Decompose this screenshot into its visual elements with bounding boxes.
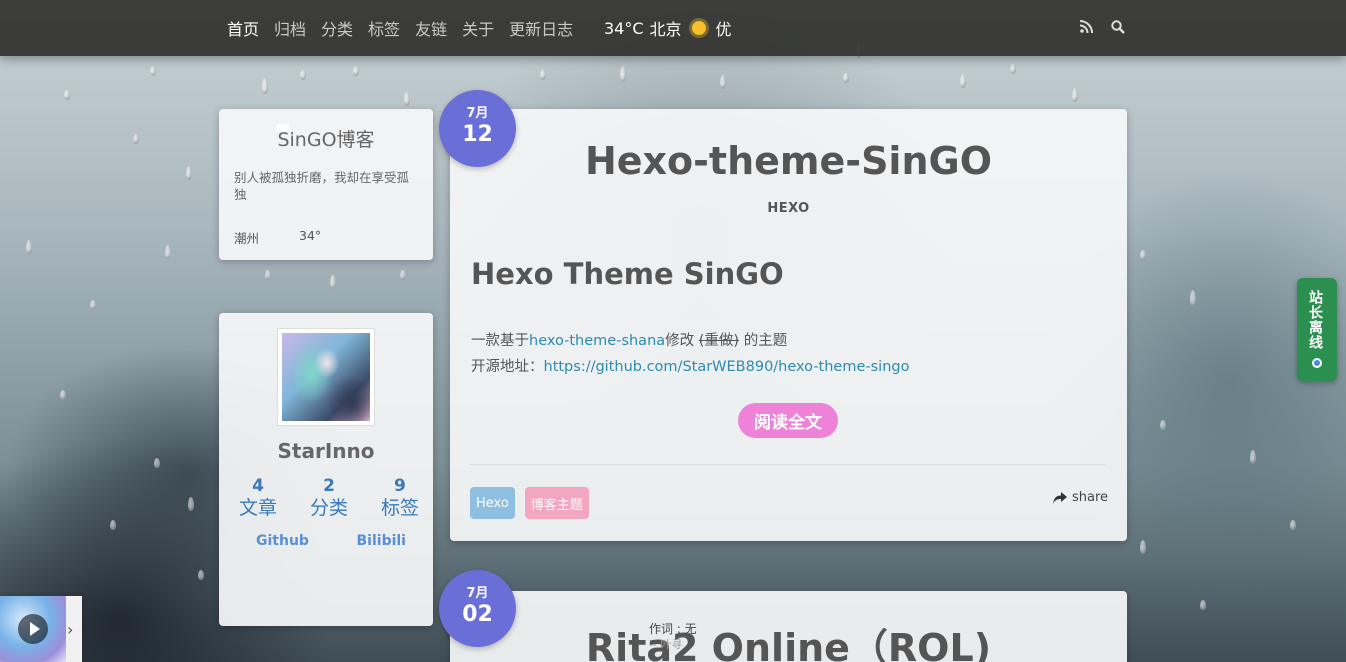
author-card: StarInno 4 文章 2 分类 9 标签 Github Bilibili bbox=[219, 313, 433, 626]
github-link[interactable]: Github bbox=[256, 533, 309, 549]
post-card: Hexo-theme-SinGO HEXO Hexo Theme SinGO 一… bbox=[450, 109, 1127, 541]
offline-label: 站长离线 bbox=[1307, 290, 1323, 350]
owner-offline-badge[interactable]: 站长离线 bbox=[1297, 278, 1337, 381]
play-icon[interactable] bbox=[18, 614, 48, 644]
share-button[interactable]: share bbox=[1053, 490, 1108, 505]
post-card-2: Rita2 Online（ROL) bbox=[450, 591, 1127, 662]
nav-home[interactable]: 首页 bbox=[227, 16, 259, 40]
top-navbar: 首页 归档 分类 标签 友链 关于 更新日志 34°C 北京 优 bbox=[0, 0, 1346, 56]
stat-tags[interactable]: 9 标签 bbox=[381, 477, 419, 521]
air-quality: 优 bbox=[715, 20, 732, 39]
nav-categories[interactable]: 分类 bbox=[321, 16, 353, 40]
post-date-badge-2: 7月 02 bbox=[439, 570, 516, 647]
blog-title: SinGO博客 bbox=[277, 129, 375, 151]
weather-city: 北京 bbox=[649, 20, 682, 39]
stat-categories[interactable]: 2 分类 bbox=[310, 477, 348, 521]
sun-icon bbox=[691, 21, 706, 35]
rss-icon[interactable] bbox=[1080, 20, 1093, 33]
share-icon bbox=[1053, 491, 1067, 504]
weather-temp: 34°C bbox=[604, 18, 644, 38]
blog-info-card: SinGO博客 别人被孤独折磨，我却在享受孤独 潮州 34° bbox=[219, 109, 433, 260]
tag-blog-theme[interactable]: 博客主题 bbox=[524, 487, 589, 519]
author-stats: 4 文章 2 分类 9 标签 bbox=[239, 477, 419, 521]
bilibili-link[interactable]: Bilibili bbox=[357, 533, 407, 549]
post-title[interactable]: Hexo-theme-SinGO bbox=[450, 139, 1127, 183]
nav-links[interactable]: 友链 bbox=[415, 16, 447, 40]
post-excerpt: 一款基于hexo-theme-shana修改 (重做) 的主题 开源地址：htt… bbox=[471, 333, 910, 375]
author-name: StarInno bbox=[277, 439, 375, 463]
author-links: Github Bilibili bbox=[256, 533, 406, 549]
chevron-right-icon[interactable]: › bbox=[67, 620, 73, 639]
post-date-badge: 7月 12 bbox=[439, 90, 516, 167]
search-icon[interactable] bbox=[1111, 20, 1125, 34]
repo-link[interactable]: https://github.com/StarWEB890/hexo-theme… bbox=[544, 359, 910, 375]
avatar[interactable] bbox=[277, 328, 375, 426]
blog-temperature: 34° bbox=[299, 228, 322, 243]
status-dot-icon bbox=[1312, 358, 1322, 368]
post-category[interactable]: HEXO bbox=[450, 201, 1127, 216]
read-more-button[interactable]: 阅读全文 bbox=[738, 403, 838, 438]
lyric-sub: -- 叶寻 bbox=[649, 638, 683, 651]
nav-archive[interactable]: 归档 bbox=[274, 16, 306, 40]
top-icons bbox=[1080, 20, 1125, 34]
tag-hexo[interactable]: Hexo bbox=[470, 487, 515, 519]
post-heading: Hexo Theme SinGO bbox=[471, 257, 784, 291]
weather-widget: 34°C 北京 优 bbox=[604, 16, 732, 40]
stat-posts[interactable]: 4 文章 bbox=[239, 477, 277, 521]
post-title-2[interactable]: Rita2 Online（ROL) bbox=[450, 617, 1127, 662]
shana-link[interactable]: hexo-theme-shana bbox=[529, 333, 665, 349]
nav-tags[interactable]: 标签 bbox=[368, 16, 400, 40]
music-player: › bbox=[0, 596, 82, 662]
post-divider bbox=[470, 464, 1106, 465]
post-tags: Hexo 博客主题 bbox=[470, 487, 589, 519]
lyric-line: 作词 : 无 bbox=[649, 622, 697, 636]
cloud-icon bbox=[276, 124, 290, 131]
nav-changelog[interactable]: 更新日志 bbox=[509, 16, 573, 40]
blog-city: 潮州 bbox=[234, 231, 260, 246]
main-nav: 首页 归档 分类 标签 友链 关于 更新日志 bbox=[227, 16, 573, 40]
blog-description: 别人被孤独折磨，我却在享受孤独 bbox=[234, 170, 410, 202]
nav-about[interactable]: 关于 bbox=[462, 16, 494, 40]
